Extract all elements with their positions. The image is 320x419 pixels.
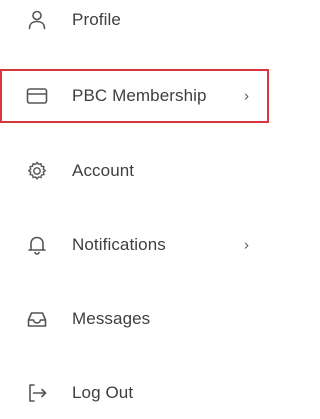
menu-item-label: Profile (72, 10, 121, 29)
menu-item-log-out[interactable]: Log Out (0, 367, 269, 419)
settings-menu: Profile PBC Membership › Account Notific… (0, 0, 269, 415)
menu-item-label: Messages (72, 309, 151, 328)
logout-icon (26, 382, 48, 404)
menu-item-label: Notifications (72, 235, 166, 254)
menu-item-profile[interactable]: Profile (0, 0, 269, 46)
bell-icon (26, 234, 48, 256)
card-icon (26, 85, 48, 107)
menu-item-messages[interactable]: Messages (0, 293, 269, 345)
inbox-icon (26, 308, 48, 330)
menu-item-pbc-membership[interactable]: PBC Membership › (0, 69, 269, 123)
user-icon (26, 9, 48, 31)
menu-item-account[interactable]: Account (0, 145, 269, 197)
chevron-right-icon: › (244, 236, 249, 254)
menu-item-label: PBC Membership (72, 86, 207, 105)
menu-item-label: Log Out (72, 383, 134, 402)
menu-item-notifications[interactable]: Notifications › (0, 219, 269, 271)
chevron-right-icon: › (244, 87, 249, 105)
menu-item-label: Account (72, 161, 135, 180)
gear-icon (26, 160, 48, 182)
